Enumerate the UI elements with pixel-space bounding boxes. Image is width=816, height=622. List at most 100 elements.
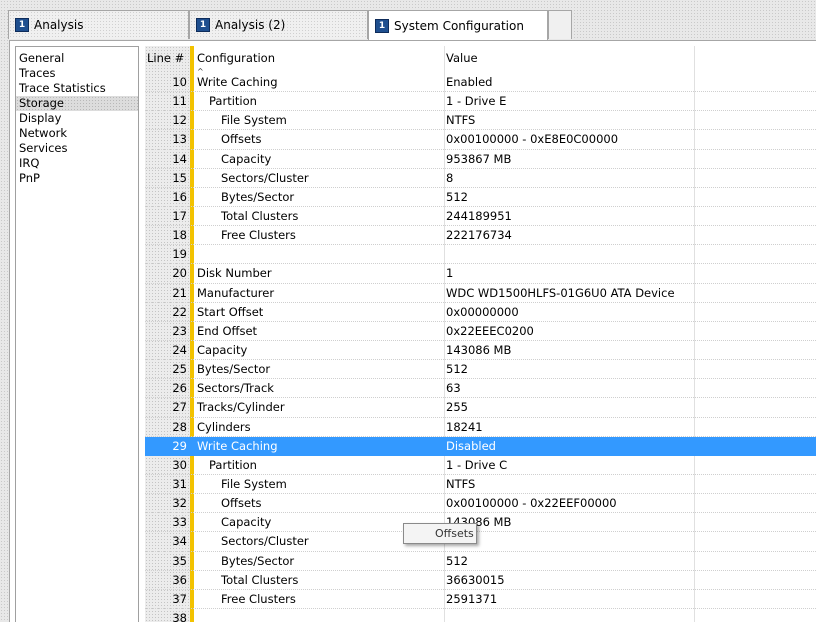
tab-badge: 1 bbox=[15, 18, 29, 32]
grid-header: Line # Configuration Value bbox=[145, 46, 816, 70]
tooltip-text: Offsets bbox=[435, 527, 474, 540]
value-cell: 143086 MB bbox=[446, 342, 512, 357]
configuration-cell: Bytes/Sector bbox=[197, 362, 271, 377]
line-number: 12 bbox=[172, 113, 187, 128]
table-row[interactable]: 15 Sectors/Cluster 8 bbox=[145, 169, 816, 188]
configuration-cell: Bytes/Sector bbox=[221, 553, 295, 568]
nav-item-traces[interactable]: Traces bbox=[16, 66, 138, 81]
table-row[interactable]: 36 Total Clusters 36630015 bbox=[145, 571, 816, 590]
value-cell: Disabled bbox=[446, 438, 496, 453]
table-row[interactable]: 25 Bytes/Sector 512 bbox=[145, 360, 816, 380]
configuration-cell: Start Offset bbox=[197, 304, 264, 319]
nav-item-network[interactable]: Network bbox=[16, 126, 138, 141]
value-cell: NTFS bbox=[446, 113, 476, 128]
line-number: 23 bbox=[172, 323, 187, 338]
table-row[interactable]: 11 Partition 1 - Drive E bbox=[145, 92, 816, 112]
value-cell: Enabled bbox=[446, 75, 493, 89]
table-row[interactable]: 10 Write Caching Enabled bbox=[145, 73, 816, 93]
value-cell: 0x00000000 bbox=[446, 304, 519, 319]
line-number: 14 bbox=[172, 151, 187, 166]
configuration-cell: Bytes/Sector bbox=[221, 189, 295, 204]
nav-item-storage[interactable]: Storage bbox=[16, 96, 138, 111]
configuration-cell: Capacity bbox=[221, 515, 272, 530]
table-row[interactable]: 34 Sectors/Cluster bbox=[145, 532, 816, 552]
tooltip: Offsets bbox=[403, 523, 477, 544]
line-number: 30 bbox=[172, 457, 187, 472]
table-row[interactable]: 20 Disk Number 1 bbox=[145, 264, 816, 284]
value-cell: 255 bbox=[446, 400, 468, 415]
table-row[interactable]: 22 Start Offset 0x00000000 bbox=[145, 303, 816, 322]
nav-item-services[interactable]: Services bbox=[16, 141, 138, 156]
table-row[interactable]: 18 Free Clusters 222176734 bbox=[145, 226, 816, 246]
line-number: 18 bbox=[172, 228, 187, 243]
line-number: 19 bbox=[172, 247, 187, 262]
nav-item-general[interactable]: General bbox=[16, 51, 138, 66]
configuration-cell: Total Clusters bbox=[221, 572, 299, 587]
value-cell: WDC WD1500HLFS-01G6U0 ATA Device bbox=[446, 285, 675, 300]
category-list[interactable]: General Traces Trace Statistics Storage Disp… bbox=[15, 46, 139, 622]
configuration-cell: Cylinders bbox=[197, 419, 251, 434]
nav-item-display[interactable]: Display bbox=[16, 111, 138, 126]
table-row[interactable]: 24 Capacity 143086 MB bbox=[145, 341, 816, 361]
configuration-cell: Write Caching bbox=[197, 438, 278, 453]
table-row[interactable]: 31 File System NTFS bbox=[145, 475, 816, 495]
tab-analysis[interactable]: 1 Analysis bbox=[8, 10, 189, 39]
table-row[interactable]: 29 Write Caching Disabled bbox=[145, 436, 816, 456]
value-cell: 1 - Drive E bbox=[446, 94, 507, 109]
line-number: 29 bbox=[172, 438, 187, 453]
table-row[interactable]: 32 Offsets 0x00100000 - 0x22EEF00000 bbox=[145, 494, 816, 514]
value-cell: 512 bbox=[446, 189, 468, 204]
table-row[interactable]: 33 Capacity 143086 MB bbox=[145, 513, 816, 533]
line-number: 27 bbox=[172, 400, 187, 415]
table-row[interactable]: 30 Partition 1 - Drive C bbox=[145, 456, 816, 475]
value-cell: 953867 MB bbox=[446, 151, 512, 166]
tab-badge: 1 bbox=[375, 19, 389, 33]
table-row[interactable]: 12 File System NTFS bbox=[145, 111, 816, 131]
line-number: 32 bbox=[172, 496, 187, 511]
line-number: 34 bbox=[172, 534, 187, 549]
header-line-number[interactable]: Line # bbox=[147, 51, 184, 65]
line-number: 35 bbox=[172, 553, 187, 568]
tab-system-configuration[interactable]: 1 System Configuration bbox=[368, 10, 548, 41]
line-number: 31 bbox=[172, 476, 187, 491]
nav-item-irq[interactable]: IRQ bbox=[16, 156, 138, 171]
tab-label: Analysis bbox=[34, 18, 84, 32]
value-cell: 512 bbox=[446, 362, 468, 377]
header-value[interactable]: Value bbox=[446, 51, 478, 65]
configuration-cell: Free Clusters bbox=[221, 591, 296, 606]
configuration-cell: Free Clusters bbox=[221, 228, 296, 243]
header-configuration[interactable]: Configuration bbox=[197, 51, 275, 65]
table-row[interactable]: 23 End Offset 0x22EEEC0200 bbox=[145, 322, 816, 341]
line-number: 24 bbox=[172, 342, 187, 357]
table-row[interactable]: 17 Total Clusters 244189951 bbox=[145, 207, 816, 227]
table-row[interactable]: 16 Bytes/Sector 512 bbox=[145, 188, 816, 207]
nav-item-pnp[interactable]: PnP bbox=[16, 171, 138, 186]
tab-analysis-2[interactable]: 1 Analysis (2) bbox=[189, 10, 368, 39]
value-cell: 8 bbox=[446, 170, 454, 185]
configuration-cell: File System bbox=[221, 113, 287, 128]
table-row[interactable]: 38 bbox=[145, 609, 816, 622]
line-number: 25 bbox=[172, 362, 187, 377]
table-row[interactable]: 28 Cylinders 18241 bbox=[145, 418, 816, 437]
configuration-cell: Manufacturer bbox=[197, 285, 275, 300]
nav-item-trace-statistics[interactable]: Trace Statistics bbox=[16, 81, 138, 96]
value-cell: NTFS bbox=[446, 476, 476, 491]
line-number: 17 bbox=[172, 208, 187, 223]
table-row[interactable]: 27 Tracks/Cylinder 255 bbox=[145, 398, 816, 418]
table-row[interactable]: 14 Capacity 953867 MB bbox=[145, 150, 816, 169]
configuration-cell: Sectors/Track bbox=[197, 381, 274, 396]
tab-label: Analysis (2) bbox=[215, 18, 286, 32]
table-row[interactable]: 26 Sectors/Track 63 bbox=[145, 379, 816, 399]
table-row[interactable]: 37 Free Clusters 2591371 bbox=[145, 590, 816, 609]
line-number: 37 bbox=[172, 591, 187, 606]
configuration-cell: File System bbox=[221, 476, 287, 491]
line-number: 38 bbox=[172, 610, 187, 622]
line-number: 11 bbox=[172, 94, 187, 109]
table-row[interactable]: 19 bbox=[145, 245, 816, 265]
value-cell: 0x22EEEC0200 bbox=[446, 323, 534, 338]
configuration-grid[interactable]: Line # Configuration Value ^ 10 Write Cac… bbox=[145, 46, 816, 622]
table-row[interactable]: 21 Manufacturer WDC WD1500HLFS-01G6U0 ATA … bbox=[145, 284, 816, 303]
table-row[interactable]: 13 Offsets 0x00100000 - 0xE8E0C00000 bbox=[145, 130, 816, 150]
value-cell: 63 bbox=[446, 381, 461, 396]
table-row[interactable]: 35 Bytes/Sector 512 bbox=[145, 552, 816, 571]
